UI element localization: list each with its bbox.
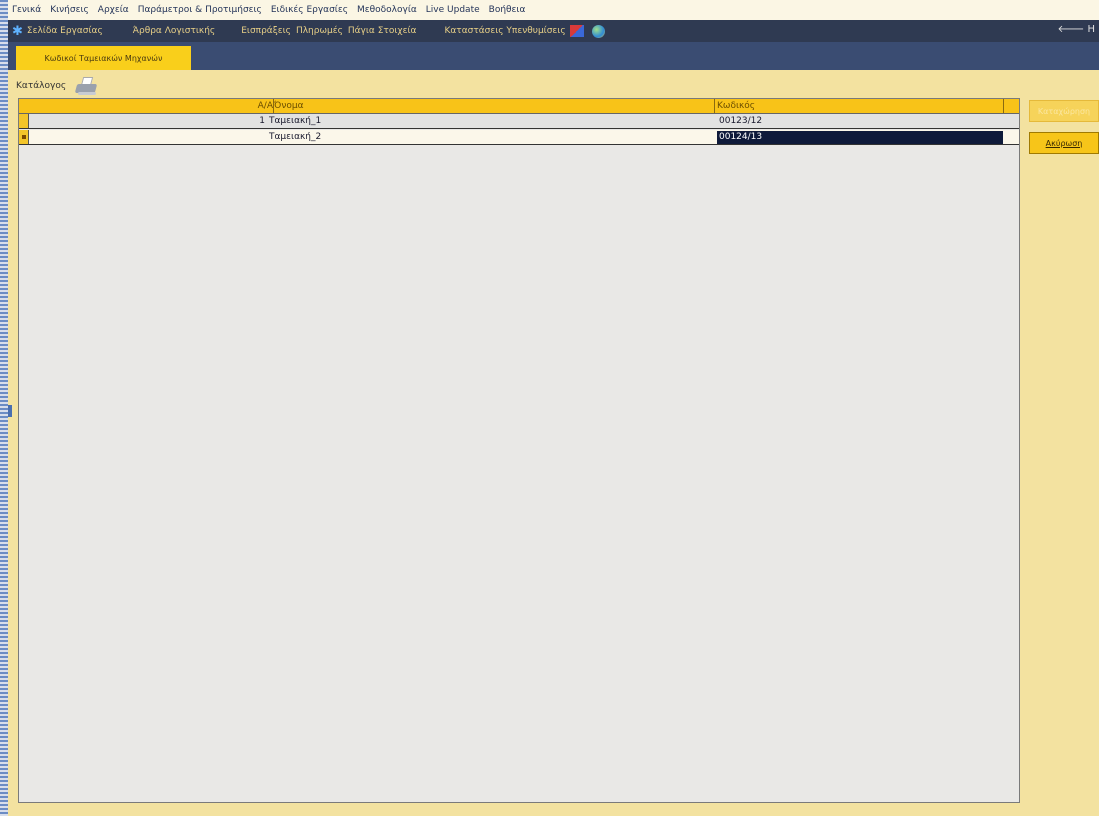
menu-bar: Γενικά Κινήσεις Αρχεία Παράμετροι & Προτ… [8,0,1099,20]
cancel-button[interactable]: Ακύρωση [1029,132,1099,154]
globe-icon[interactable] [591,24,605,38]
nav-right-link[interactable]: 🡐 H [1057,23,1095,35]
catalog-label: Κατάλογος [16,81,67,91]
menu-item-general[interactable]: Γενικά [12,5,41,15]
nav-item-reports-reminders[interactable]: Καταστάσεις Υπενθυμίσεις [444,26,565,36]
save-button[interactable]: Καταχώρηση [1029,100,1099,122]
printer-icon[interactable] [74,76,98,96]
menu-item-parameters[interactable]: Παράμετροι & Προτιμήσεις [138,5,262,15]
menu-item-help[interactable]: Βοήθεια [489,5,526,15]
nav-bar: ✱ Σελίδα Εργασίας Άρθρα Λογιστικής Εισπρ… [8,20,1099,42]
menu-item-files[interactable]: Αρχεία [98,5,129,15]
grid-header: Α/Α Όνομα Κωδικός [19,99,1019,114]
current-row-indicator-icon [22,135,26,139]
nav-item-receipts[interactable]: Εισπράξεις [241,26,291,36]
tab-cash-register-codes[interactable]: Κωδικοί Ταμειακών Μηχανών [16,46,191,70]
table-row[interactable]: 1 Ταμειακή_1 00123/12 [19,114,1019,129]
toolbar: Κατάλογος [16,74,98,98]
left-edge-strip [0,0,8,816]
column-header-code[interactable]: Κωδικός [717,101,755,111]
tab-strip: Κωδικοί Ταμειακών Μηχανών [8,42,1099,70]
nav-item-label: Εισπράξεις [241,26,291,36]
cell-code-editing[interactable]: 00124/13 [717,131,1003,144]
table-row[interactable]: Ταμειακή_2 00124/13 [19,130,1019,145]
nav-item-label: Άρθρα Λογιστικής [132,26,216,36]
nav-item-workpage[interactable]: ✱ Σελίδα Εργασίας [12,24,103,39]
row-selector[interactable] [19,114,29,128]
menu-item-methodology[interactable]: Μεθοδολογία [357,5,417,15]
back-arrow-icon: 🡐 [1057,24,1085,35]
cell-name[interactable]: Ταμειακή_2 [269,132,321,142]
menu-item-special-tasks[interactable]: Ειδικές Εργασίες [271,5,348,15]
nav-item-accounting-articles[interactable]: Άρθρα Λογιστικής [133,26,215,36]
row-selector[interactable] [19,130,29,144]
nav-item-label: Πληρωμές [295,26,343,36]
menu-item-transactions[interactable]: Κινήσεις [50,5,89,15]
nav-item-label: Πάγια Στοιχεία [347,26,417,36]
cell-aa[interactable]: 1 [31,116,265,126]
nav-item-fixed-assets[interactable]: Πάγια Στοιχεία [348,26,417,36]
cell-name[interactable]: Ταμειακή_1 [269,116,321,126]
nav-item-payments[interactable]: Πληρωμές [296,26,343,36]
cell-code[interactable]: 00123/12 [717,115,1003,128]
flag-logo-icon[interactable] [569,25,584,37]
data-grid: Α/Α Όνομα Κωδικός 1 Ταμειακή_1 00123/12 … [18,98,1020,803]
left-splitter-handle[interactable] [8,405,12,417]
column-header-aa[interactable]: Α/Α [31,101,273,111]
nav-item-label: Σελίδα Εργασίας [26,26,103,36]
menu-item-live-update[interactable]: Live Update [426,5,480,15]
column-header-name[interactable]: Όνομα [274,101,304,111]
nav-item-label: Καταστάσεις Υπενθυμίσεις [444,26,566,36]
star-icon: ✱ [12,23,23,39]
